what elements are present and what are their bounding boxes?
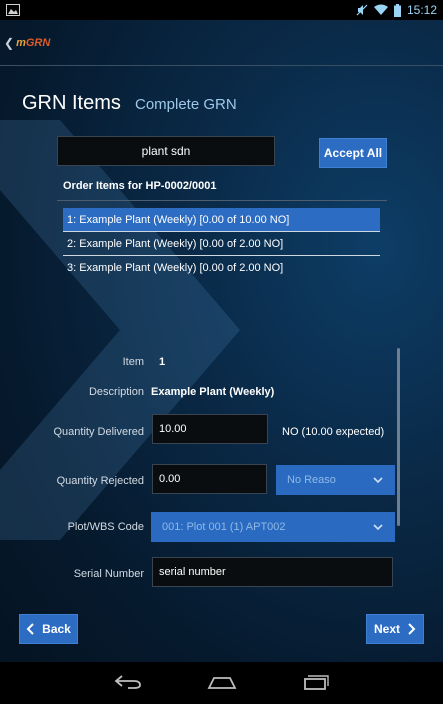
order-items-header: Order Items for HP-0002/0001 (63, 180, 217, 192)
wifi-icon (373, 4, 388, 15)
app-bar: ❮ mGRN (0, 20, 443, 66)
rejection-reason-value: No Reaso (287, 474, 336, 486)
order-items-list: 1: Example Plant (Weekly) [0.00 of 10.00… (63, 208, 380, 280)
status-time: 15:12 (406, 3, 437, 17)
next-button[interactable]: Next (366, 614, 424, 644)
back-button[interactable]: Back (19, 614, 78, 644)
rejection-reason-dropdown[interactable]: No Reaso (276, 465, 395, 495)
chevron-down-icon (373, 524, 383, 531)
quantity-delivered-input[interactable] (152, 414, 268, 444)
plot-wbs-dropdown[interactable]: 001: Plot 001 (1) APT002 (151, 512, 395, 542)
accept-all-button[interactable]: Accept All (319, 138, 387, 168)
description-label: Description (88, 386, 144, 398)
search-input[interactable] (57, 136, 275, 166)
chevron-right-icon (408, 623, 416, 635)
description-value: Example Plant (Weekly) (151, 386, 275, 398)
divider (57, 200, 387, 201)
gallery-notification-icon (6, 4, 20, 16)
mute-icon (356, 4, 368, 16)
nav-home-icon[interactable] (207, 674, 237, 690)
back-chevron-icon: ❮ (4, 35, 15, 50)
item-label: Item (122, 356, 144, 368)
item-value: 1 (159, 356, 166, 368)
nav-recents-icon[interactable] (303, 674, 329, 690)
system-nav-bar (0, 662, 443, 704)
quantity-rejected-input[interactable] (152, 464, 267, 494)
page-subtitle: Complete GRN (135, 96, 237, 113)
app-logo: mGRN (16, 36, 51, 49)
expected-quantity-text: NO (10.00 expected) (282, 426, 385, 438)
quantity-rejected-label: Quantity Rejected (56, 475, 144, 487)
battery-icon (393, 3, 401, 17)
order-item-1[interactable]: 1: Example Plant (Weekly) [0.00 of 10.00… (63, 208, 380, 232)
chevron-down-icon (373, 477, 383, 484)
quantity-delivered-label: Quantity Delivered (53, 426, 145, 438)
plot-wbs-value: 001: Plot 001 (1) APT002 (162, 521, 286, 533)
form-scrollbar[interactable] (397, 348, 400, 526)
plot-wbs-label: Plot/WBS Code (67, 521, 144, 533)
serial-number-input[interactable] (152, 557, 393, 587)
serial-number-label: Serial Number (73, 568, 144, 580)
page-title: GRN Items (22, 92, 121, 114)
next-button-label: Next (373, 622, 400, 636)
status-bar: 15:12 (0, 0, 443, 20)
chevron-left-icon (26, 623, 34, 635)
order-item-2[interactable]: 2: Example Plant (Weekly) [0.00 of 2.00 … (63, 232, 380, 256)
order-item-3[interactable]: 3: Example Plant (Weekly) [0.00 of 2.00 … (63, 256, 380, 280)
nav-back-icon[interactable] (114, 674, 142, 690)
app-home-button[interactable]: ❮ mGRN (4, 36, 50, 50)
back-button-label: Back (42, 622, 71, 636)
